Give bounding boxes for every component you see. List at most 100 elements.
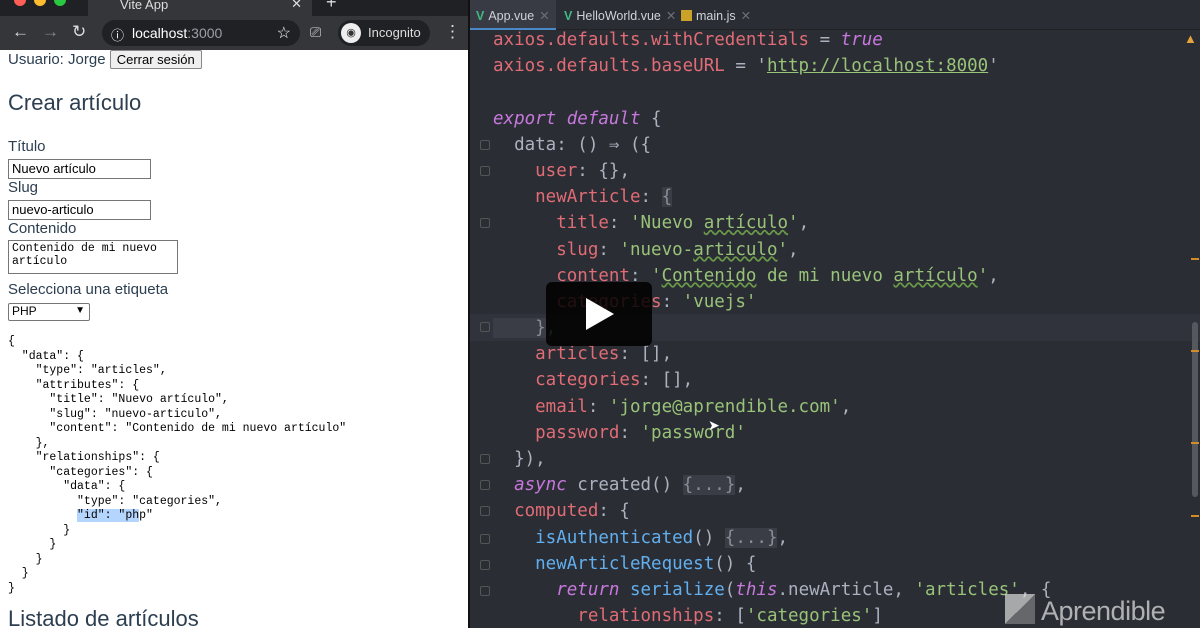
code-token: data: () ⇒ ({ [493,134,652,155]
browser-toolbar: ← → ↻ ⓘ localhost:3000 ☆ ⎚ ◉ Incognito ⋮ [0,16,468,50]
tab-title: Vite App [120,0,169,12]
code-token: axios.defaults.withCredentials [493,30,810,50]
code-token: ( [724,579,736,600]
code-token: : {}, [577,160,630,181]
fold-icon[interactable] [480,480,490,490]
back-icon[interactable]: ← [12,22,29,42]
incognito-profile[interactable]: ◉ Incognito [338,20,430,46]
slug-input[interactable]: nuevo-articulo [8,200,151,220]
code-token: 'password' [640,422,746,443]
content-textarea[interactable]: Contenido de mi nuevo artículo [8,240,178,274]
code-line: slug: 'nuevo-articulo', [493,237,1051,263]
fold-icon[interactable] [480,322,490,332]
scroll-marker[interactable] [1191,350,1199,352]
tag-select[interactable]: PHP ▼ [8,303,90,321]
list-heading: Listado de artículos [8,606,199,628]
vue-file-icon: V [564,9,573,23]
code-token: artículo [893,265,978,286]
code-token: user [493,160,578,181]
title-input[interactable]: Nuevo artículo [8,159,151,179]
scroll-marker[interactable] [1191,442,1199,444]
fold-icon[interactable] [480,560,490,570]
scrollbar[interactable] [1192,322,1198,497]
editor-tab-app-vue[interactable]: V App.vue ✕ [470,0,556,30]
cast-icon[interactable]: ⎚ [310,24,321,41]
code-token: true [840,30,883,50]
fold-icon[interactable] [480,454,490,464]
code-token: isAuthenticated [493,527,694,548]
maximize-window-icon[interactable] [54,0,66,6]
code-line: return serialize(this.newArticle, 'artic… [493,577,1051,603]
code-token: newArticleRequest [493,553,715,574]
code-line: axios.defaults.baseURL = 'http://localho… [493,53,1051,79]
editor-tab-helloworld-vue[interactable]: V HelloWorld.vue ✕ [558,0,676,30]
fold-icon[interactable] [480,140,490,150]
code-token: , [735,475,746,496]
code-token: articulo [693,239,778,260]
scroll-marker[interactable] [1191,515,1199,517]
fold-icon[interactable] [480,166,490,176]
code-token: () { [714,553,757,574]
aprendible-logo-icon [1005,594,1035,624]
code-token: artículo [703,213,789,234]
fold-icon[interactable] [480,218,490,228]
fold-icon[interactable] [480,586,490,596]
code-line: password: 'password' [493,420,1051,446]
forward-icon[interactable]: → [42,22,59,42]
user-label: Usuario: Jorge [8,51,106,68]
play-button[interactable] [546,282,652,346]
code-token: , [988,265,999,286]
logout-button[interactable]: Cerrar sesión [109,50,202,69]
code-token: email [493,396,588,417]
address-bar[interactable]: ⓘ localhost:3000 ☆ [102,20,300,46]
code-token: : [640,187,662,208]
code-token: relationships [493,606,715,627]
code-token: serialize [619,579,725,600]
code-token: articles [493,344,620,365]
code-token: ' [988,56,999,77]
fold-icon[interactable] [480,534,490,544]
code-token: , [788,239,799,260]
browser-window: Vite App ✕ + ← → ↻ ⓘ localhost:3000 ☆ ⎚ ◉ In… [0,0,468,628]
menu-icon[interactable]: ⋮ [444,22,461,42]
warning-icon[interactable]: ▲ [1184,31,1197,46]
code-token: http://localhost:8000 [766,56,989,77]
code-line: async created() {...}, [493,472,1051,498]
code-token: ' [651,265,662,286]
code-token: { [640,108,662,129]
incognito-icon: ◉ [341,23,361,43]
profile-label: Incognito [368,25,421,40]
code-token: ' [977,265,989,286]
info-icon[interactable]: ⓘ [111,25,124,44]
code-token: () [693,527,725,548]
close-window-icon[interactable] [14,0,26,6]
close-tab-icon[interactable]: ✕ [741,9,751,23]
tag-select-value: PHP [12,304,37,318]
browser-tab[interactable]: Vite App ✕ [88,0,312,16]
star-icon[interactable]: ☆ [277,23,291,43]
code-line: }), [493,446,1051,472]
code-line: export default { [493,106,1051,132]
code-line: user: {}, [493,158,1051,184]
editor-tab-label: App.vue [488,9,535,23]
code-token: .newArticle, [777,579,915,600]
new-tab-icon[interactable]: + [326,0,337,13]
minimize-window-icon[interactable] [34,0,46,6]
tag-label: Selecciona una etiqueta [8,281,169,298]
code-token: } [493,318,546,339]
code-token: : [], [619,344,673,365]
editor-tabs: V App.vue ✕ V HelloWorld.vue ✕ main.js ✕ [470,0,1200,30]
scroll-marker[interactable] [1191,258,1199,260]
chevron-down-icon: ▼ [75,305,85,316]
code-line: isAuthenticated() {...}, [493,525,1051,551]
code-line: axios.defaults.withCredentials = true [493,27,1051,53]
close-tab-icon[interactable]: ✕ [539,9,549,23]
reload-icon[interactable]: ↻ [72,22,86,42]
editor-tab-main-js[interactable]: main.js ✕ [675,0,755,30]
code-token: ' [788,213,799,234]
fold-icon[interactable] [480,506,490,516]
code-token: axios.defaults.baseURL [493,56,725,77]
code-line: categories: [], [493,367,1051,393]
code-token: async [493,475,567,496]
close-tab-icon[interactable]: ✕ [291,0,302,12]
